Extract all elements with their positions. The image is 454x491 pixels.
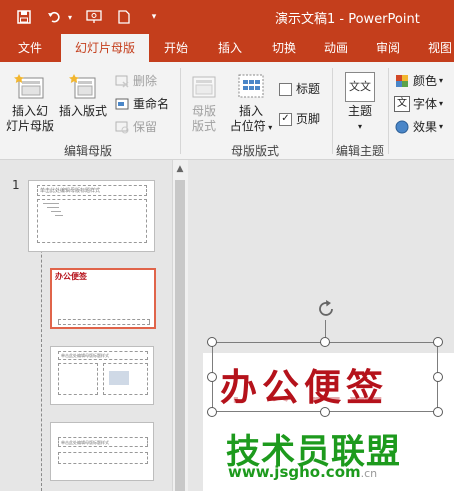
resize-handle[interactable] — [207, 372, 217, 382]
title-checkbox[interactable]: 标题 — [279, 80, 320, 98]
group-label-master-layout: 母版版式 — [231, 144, 280, 158]
thumbnail-footer-placeholder — [58, 319, 150, 325]
colors-icon — [394, 73, 410, 89]
group-separator — [180, 68, 181, 154]
group-separator — [388, 68, 389, 154]
resize-handle[interactable] — [320, 407, 330, 417]
tab-slide-master[interactable]: 幻灯片母版 — [61, 34, 149, 62]
slide-number: 1 — [12, 178, 20, 192]
ribbon-tabs: 文件 幻灯片母版 开始 插入 切换 动画 审阅 视图 — [0, 34, 454, 62]
insert-slide-master-icon — [14, 74, 44, 99]
footer-checkbox[interactable]: ✓ 页脚 — [279, 110, 320, 128]
effects-dropdown-icon: ▾ — [439, 122, 444, 131]
colors-button[interactable]: 颜色 ▾ — [394, 72, 443, 90]
master-thumbnail[interactable]: 单击此处编辑母版标题样式 — [28, 180, 155, 252]
insert-layout-button[interactable]: 插入版式 — [56, 72, 110, 119]
insert-placeholder-dropdown-icon: ▾ — [265, 123, 273, 132]
insert-placeholder-icon — [238, 74, 264, 98]
thumbnail-content-placeholder — [37, 199, 147, 243]
window-title: 演示文稿1 - PowerPoint — [275, 12, 420, 27]
undo-icon[interactable] — [44, 7, 64, 27]
rename-button[interactable]: 重命名 — [114, 95, 169, 113]
colors-dropdown-icon: ▾ — [439, 76, 444, 85]
resize-handle[interactable] — [433, 337, 443, 347]
tab-transitions[interactable]: 切换 — [264, 34, 304, 62]
save-icon[interactable] — [14, 7, 34, 27]
undo-dropdown-icon[interactable]: ▾ — [66, 7, 74, 27]
tab-view[interactable]: 视图 — [420, 34, 454, 62]
rotate-handle-icon[interactable] — [315, 298, 337, 320]
layout-thumbnail-selected[interactable]: 办公便签 — [50, 268, 156, 329]
master-layout-icon — [192, 76, 216, 98]
thumbnail-title-placeholder: 单击此处编辑母版标题样式 — [37, 185, 147, 196]
scroll-thumb[interactable] — [175, 180, 185, 491]
resize-handle[interactable] — [207, 407, 217, 417]
fonts-dropdown-icon: ▾ — [439, 99, 444, 108]
footer-checkbox-box[interactable]: ✓ — [279, 112, 292, 126]
resize-handle[interactable] — [433, 372, 443, 382]
present-icon[interactable] — [84, 7, 104, 27]
delete-icon — [114, 73, 130, 89]
scroll-up-icon[interactable]: ▲ — [172, 162, 188, 176]
effects-icon — [394, 119, 410, 135]
resize-handle[interactable] — [207, 337, 217, 347]
tab-home[interactable]: 开始 — [156, 34, 196, 62]
tab-insert[interactable]: 插入 — [210, 34, 250, 62]
ribbon: 插入幻 灯片母版 插入版式 删除 重命名 保留 编辑母版 母版 版式 插入 占位… — [0, 62, 454, 160]
tab-animations[interactable]: 动画 — [316, 34, 356, 62]
fonts-button[interactable]: 文 字体 ▾ — [394, 95, 443, 113]
new-icon[interactable] — [114, 7, 134, 27]
insert-slide-master-button[interactable]: 插入幻 灯片母版 — [4, 72, 56, 134]
effects-button[interactable]: 效果 ▾ — [394, 118, 443, 136]
preserve-icon — [114, 119, 130, 135]
tab-file[interactable]: 文件 — [8, 34, 52, 62]
group-label-edit-master: 编辑母版 — [64, 144, 113, 158]
theme-icon: 文文 — [345, 72, 375, 102]
insert-placeholder-button[interactable]: 插入 占位符 ▾ — [226, 72, 276, 135]
delete-button[interactable]: 删除 — [114, 72, 157, 90]
group-separator — [332, 68, 333, 154]
insert-layout-icon — [69, 74, 96, 99]
watermark-url: www.jsgho.com.cn — [228, 463, 378, 481]
tab-review[interactable]: 审阅 — [368, 34, 408, 62]
title-bar: ▾ ▾ 演示文稿1 - PowerPoint — [0, 0, 454, 34]
theme-dropdown-icon: ▾ — [357, 122, 362, 131]
quick-access-toolbar: ▾ ▾ — [14, 7, 174, 27]
layout-thumbnail[interactable]: 单击此处编辑母版标题样式 — [50, 346, 154, 405]
rename-icon — [114, 96, 130, 112]
theme-button[interactable]: 文文 主题 ▾ — [338, 72, 382, 134]
fonts-icon: 文 — [394, 96, 410, 112]
layout-thumbnail[interactable]: 单击此处编辑母版标题样式 — [50, 422, 154, 481]
resize-handle[interactable] — [320, 337, 330, 347]
customize-icon[interactable]: ▾ — [144, 7, 164, 27]
title-checkbox-box[interactable] — [279, 82, 292, 96]
resize-handle[interactable] — [433, 407, 443, 417]
preserve-button[interactable]: 保留 — [114, 118, 157, 136]
group-label-edit-theme: 编辑主题 — [336, 144, 385, 158]
master-layout-button[interactable]: 母版 版式 — [184, 72, 224, 134]
